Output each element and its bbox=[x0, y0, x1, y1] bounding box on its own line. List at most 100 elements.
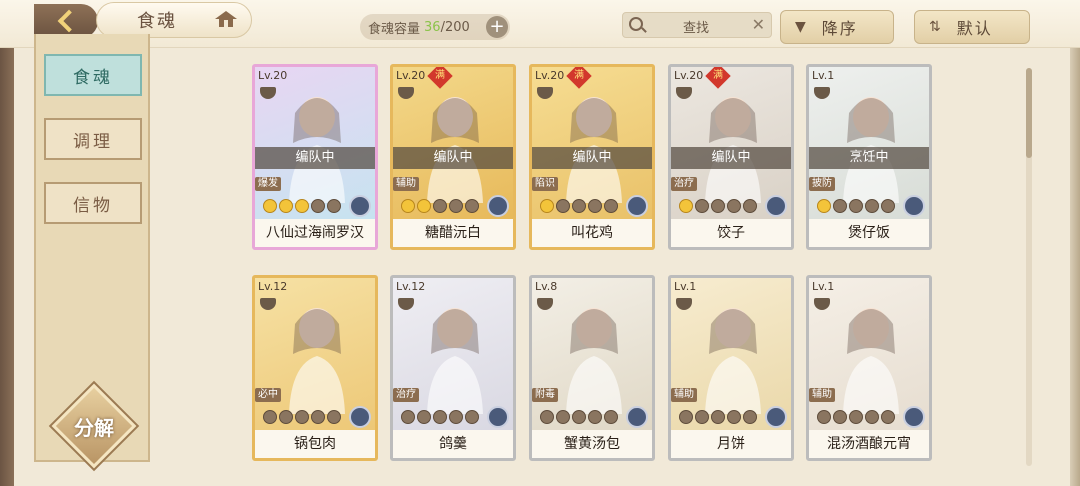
food-soul-card[interactable]: Lv.12 必中 锅包肉 bbox=[252, 275, 378, 461]
food-soul-card[interactable]: Lv.1 辅助 月饼 bbox=[668, 275, 794, 461]
card-name: 混汤酒酿元宵 bbox=[809, 430, 929, 458]
card-name: 糖醋沅白 bbox=[393, 219, 513, 247]
star-icon bbox=[401, 410, 415, 424]
card-role-tag: 附毒 bbox=[532, 388, 558, 402]
search-field[interactable]: 查找 ✕ bbox=[622, 12, 772, 38]
food-soul-card[interactable]: Lv.1 烹饪中 披防 煲仔饭 bbox=[806, 64, 932, 250]
card-role-tag: 辅助 bbox=[809, 388, 835, 402]
star-icon bbox=[679, 410, 693, 424]
star-icon bbox=[279, 410, 293, 424]
top-bar: 食魂 食魂容量 36 /200 + 查找 ✕ ▼ 降序 ⇅ 默认 bbox=[0, 0, 1080, 48]
star-icon bbox=[572, 410, 586, 424]
food-soul-card[interactable]: Lv.12 治疗 鸽羹 bbox=[390, 275, 516, 461]
decompose-label: 分解 bbox=[74, 416, 114, 440]
decompose-button[interactable]: 分解 bbox=[51, 383, 137, 469]
card-status: 烹饪中 bbox=[809, 147, 929, 169]
star-icon bbox=[817, 410, 831, 424]
star-icon bbox=[556, 410, 570, 424]
food-soul-card[interactable]: Lv.20 编队中 爆发 八仙过海闹罗汉 bbox=[252, 64, 378, 250]
card-role-tag: 陷识 bbox=[532, 177, 558, 191]
capacity-max: /200 bbox=[440, 19, 470, 35]
star-icon bbox=[327, 199, 341, 213]
card-role-tag: 治疗 bbox=[393, 388, 419, 402]
scrollbar[interactable] bbox=[1026, 68, 1032, 466]
card-stars bbox=[263, 199, 341, 213]
element-icon bbox=[626, 195, 648, 217]
star-icon bbox=[417, 410, 431, 424]
star-icon bbox=[604, 410, 618, 424]
star-icon bbox=[865, 199, 879, 213]
frame-right bbox=[1070, 0, 1080, 486]
card-stars bbox=[263, 410, 341, 424]
star-icon bbox=[604, 199, 618, 213]
home-icon[interactable] bbox=[214, 10, 238, 28]
clear-search-icon[interactable]: ✕ bbox=[752, 15, 765, 34]
card-level: Lv.20 bbox=[396, 69, 426, 82]
star-icon bbox=[263, 199, 277, 213]
card-role-tag: 必中 bbox=[255, 388, 281, 402]
element-icon bbox=[349, 195, 371, 217]
capacity-current: 36 bbox=[424, 19, 441, 35]
star-icon bbox=[433, 199, 447, 213]
sort-default-label: 默认 bbox=[956, 19, 993, 38]
card-status: 编队中 bbox=[532, 147, 652, 169]
star-icon bbox=[695, 199, 709, 213]
card-stars bbox=[401, 199, 479, 213]
sidebar-item-conditioning[interactable]: 调理 bbox=[44, 118, 142, 160]
element-icon bbox=[626, 406, 648, 428]
card-stars bbox=[817, 410, 895, 424]
star-icon bbox=[833, 199, 847, 213]
card-name: 八仙过海闹罗汉 bbox=[255, 219, 375, 247]
full-badge-label: 满 bbox=[574, 70, 584, 81]
sort-desc-label: 降序 bbox=[821, 19, 858, 38]
food-soul-grid: Lv.20 编队中 爆发 八仙过海闹罗汉 Lv.20 满编队中 辅助 糖醋沅白 Lv.20 满编队… bbox=[252, 64, 942, 464]
card-role-tag: 辅助 bbox=[393, 177, 419, 191]
character-figure-icon bbox=[427, 97, 483, 203]
food-soul-card[interactable]: Lv.20 满编队中 陷识 叫花鸡 bbox=[529, 64, 655, 250]
star-icon bbox=[817, 199, 831, 213]
star-icon bbox=[833, 410, 847, 424]
sidebar-item-food-soul[interactable]: 食魂 bbox=[44, 54, 142, 96]
character-figure-icon bbox=[427, 308, 483, 414]
card-name: 蟹黄汤包 bbox=[532, 430, 652, 458]
card-role-tag: 治疗 bbox=[671, 177, 697, 191]
card-level: Lv.8 bbox=[535, 280, 558, 293]
star-icon bbox=[449, 199, 463, 213]
card-level: Lv.1 bbox=[674, 280, 697, 293]
card-name: 煲仔饭 bbox=[809, 219, 929, 247]
capacity-plus-button[interactable]: + bbox=[486, 16, 508, 38]
scrollbar-thumb[interactable] bbox=[1026, 68, 1032, 158]
food-soul-card[interactable]: Lv.8 附毒蟹黄汤包 bbox=[529, 275, 655, 461]
star-icon bbox=[679, 199, 693, 213]
character-figure-icon bbox=[705, 97, 761, 203]
card-level: Lv.20 bbox=[258, 69, 288, 82]
star-icon bbox=[849, 199, 863, 213]
card-stars bbox=[679, 199, 757, 213]
element-icon bbox=[765, 195, 787, 217]
character-figure-icon bbox=[843, 97, 899, 203]
card-status: 编队中 bbox=[393, 147, 513, 169]
card-level: Lv.12 bbox=[396, 280, 426, 293]
sort-desc-button[interactable]: ▼ 降序 bbox=[780, 10, 894, 44]
back-button[interactable] bbox=[34, 4, 98, 38]
frame-left bbox=[0, 0, 14, 486]
star-icon bbox=[311, 410, 325, 424]
star-icon bbox=[727, 199, 741, 213]
element-icon bbox=[487, 195, 509, 217]
star-icon bbox=[449, 410, 463, 424]
star-icon bbox=[711, 410, 725, 424]
sort-default-button[interactable]: ⇅ 默认 bbox=[914, 10, 1030, 44]
star-icon bbox=[540, 199, 554, 213]
star-icon bbox=[881, 410, 895, 424]
food-soul-card[interactable]: Lv.20 满编队中 治疗 饺子 bbox=[668, 64, 794, 250]
card-level: Lv.20 bbox=[535, 69, 565, 82]
character-figure-icon bbox=[566, 97, 622, 203]
star-icon bbox=[279, 199, 293, 213]
capacity-label: 食魂容量 bbox=[368, 21, 421, 37]
food-soul-card[interactable]: Lv.1 辅助 混汤酒酿元宵 bbox=[806, 275, 932, 461]
food-soul-card[interactable]: Lv.20 满编队中 辅助 糖醋沅白 bbox=[390, 64, 516, 250]
star-icon bbox=[540, 410, 554, 424]
card-stars bbox=[401, 410, 479, 424]
sidebar-item-tokens[interactable]: 信物 bbox=[44, 182, 142, 224]
character-figure-icon bbox=[289, 308, 345, 414]
